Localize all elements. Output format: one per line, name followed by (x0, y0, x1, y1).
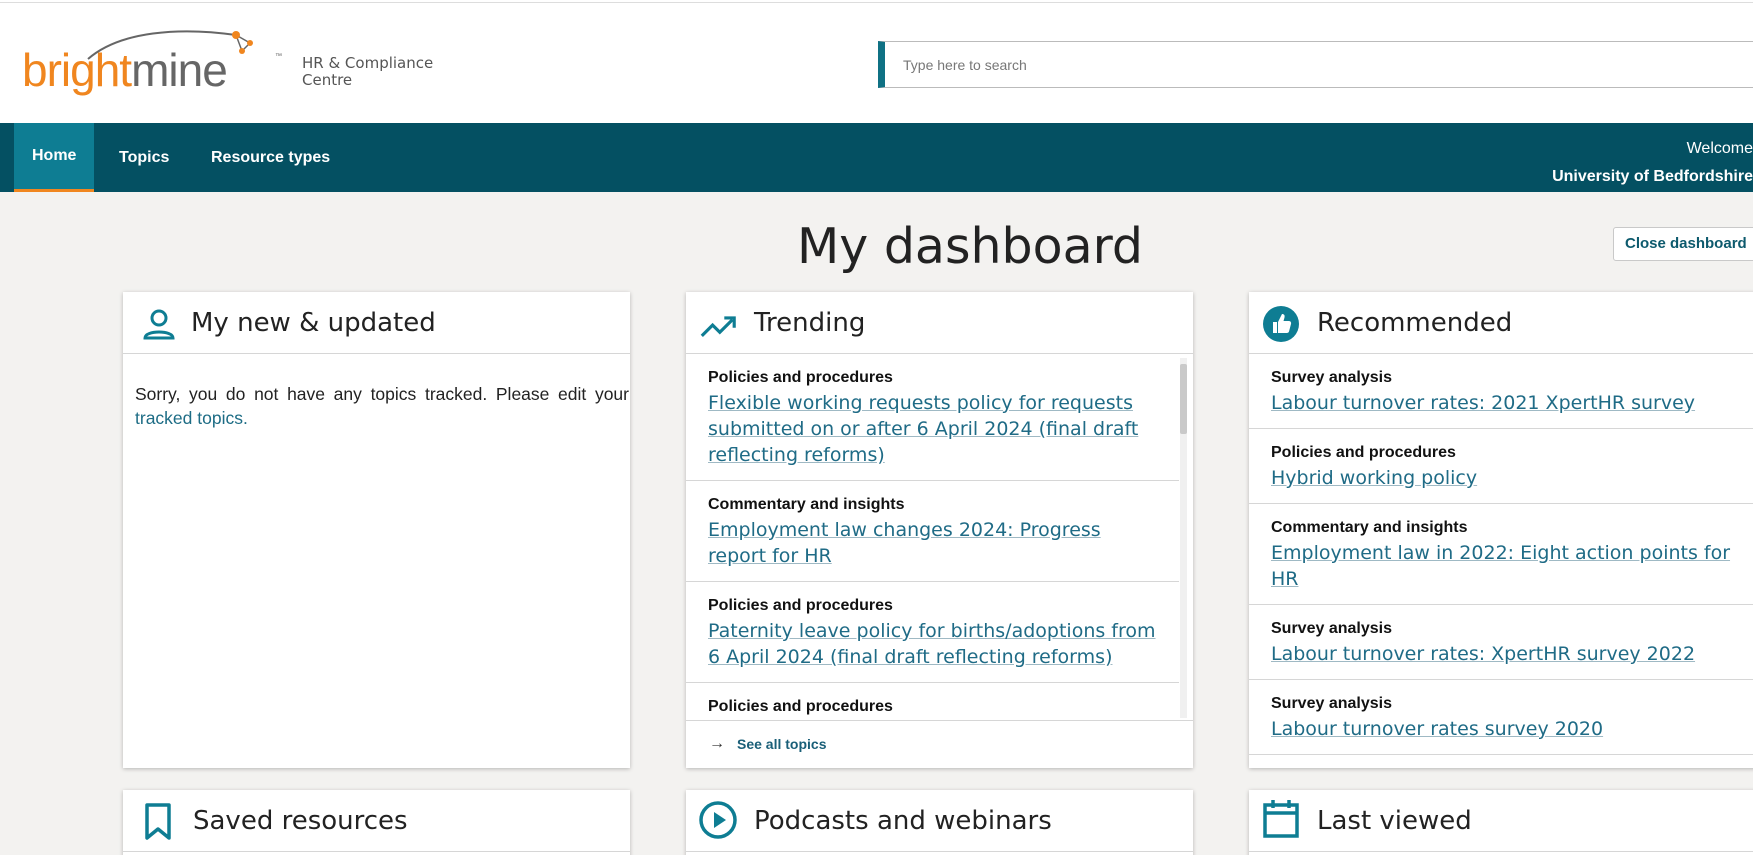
list-item: Commentary and insights Employment law i… (1249, 504, 1753, 605)
list-item: Policies and procedures Flexible working… (686, 354, 1179, 481)
card-title: Recommended (1317, 308, 1513, 338)
card-new-updated: My new & updated Sorry, you do not have … (123, 292, 630, 768)
item-category: Commentary and insights (1271, 519, 1468, 536)
logo-wordmark: brightmine (22, 44, 228, 96)
item-category: Survey analysis (1271, 369, 1392, 386)
person-icon (143, 309, 175, 340)
close-dashboard-button[interactable]: Close dashboard (1613, 227, 1753, 261)
list-item: Survey analysis Labour turnover rates: 2… (1249, 354, 1753, 429)
item-link[interactable]: Flexible working requests policy for req… (708, 390, 1157, 468)
see-all-topics[interactable]: → See all topics (686, 720, 1193, 768)
welcome-text: Welcome (1686, 140, 1753, 157)
trending-up-icon (700, 316, 736, 338)
card-title: Saved resources (193, 806, 408, 836)
card-saved-resources: Saved resources (123, 790, 630, 855)
item-link[interactable]: Employment law changes 2024: Progress re… (708, 517, 1157, 569)
item-category: Policies and procedures (708, 369, 893, 386)
item-category: Policies and procedures (708, 698, 893, 715)
main-nav: Home Topics Resource types Welcome Unive… (0, 123, 1753, 192)
search-box (878, 41, 1753, 88)
logo-trademark: ™ (275, 53, 282, 60)
welcome-block: Welcome University of Bedfordshire (1552, 135, 1753, 191)
calendar-icon (1263, 800, 1299, 838)
nav-topics[interactable]: Topics (101, 123, 187, 192)
card-title: Trending (754, 308, 866, 338)
item-category: Policies and procedures (708, 597, 893, 614)
logo-mine: mine (131, 44, 228, 96)
arrow-right-icon: → (709, 735, 725, 752)
item-category: Policies and procedures (1271, 444, 1456, 461)
item-category: Survey analysis (1271, 620, 1392, 637)
trending-scrollbar[interactable] (1180, 358, 1187, 718)
list-item: Survey analysis Labour turnover rates: X… (1249, 605, 1753, 680)
list-item: Policies and procedures Hybrid working p… (1249, 429, 1753, 504)
brightmine-logo[interactable]: brightmine ™ (20, 23, 282, 103)
organisation-name[interactable]: University of Bedfordshire (1552, 163, 1753, 191)
list-item: Policies and procedures (686, 683, 1179, 720)
item-link[interactable]: Paternity leave policy for births/adopti… (708, 618, 1157, 670)
card-title: Podcasts and webinars (754, 806, 1052, 836)
card-trending: Trending Policies and procedures Flexibl… (686, 292, 1193, 768)
thumbs-up-icon (1263, 306, 1299, 342)
item-link[interactable]: Labour turnover rates: 2021 XpertHR surv… (1271, 390, 1731, 416)
card-header: My new & updated (123, 292, 630, 354)
page-title: My dashboard (796, 218, 1144, 275)
message-text: Sorry, you do not have any topics tracke… (135, 384, 629, 404)
bookmark-icon (145, 803, 171, 840)
card-title: Last viewed (1317, 806, 1472, 836)
item-link[interactable]: Labour turnover rates: XpertHR survey 20… (1271, 641, 1731, 667)
card-last-viewed: Last viewed (1249, 790, 1753, 855)
scrollbar-thumb[interactable] (1180, 364, 1187, 434)
header: brightmine ™ HR & Compliance Centre (0, 3, 1753, 123)
item-link[interactable]: Labour turnover rates survey 2020 (1271, 716, 1731, 742)
logo-bright: bright (22, 44, 132, 96)
list-item: Survey analysis Labour turnover rates su… (1249, 680, 1753, 755)
nav-home[interactable]: Home (14, 123, 95, 192)
card-header: Saved resources (123, 790, 630, 852)
card-header: Trending (686, 292, 1193, 354)
card-header: Recommended (1249, 292, 1753, 354)
card-podcasts-webinars: Podcasts and webinars (686, 790, 1193, 855)
list-item: Commentary and insights Employment law c… (686, 481, 1179, 582)
no-topics-message: Sorry, you do not have any topics tracke… (135, 382, 629, 430)
card-header: Podcasts and webinars (686, 790, 1193, 852)
item-link[interactable]: Employment law in 2022: Eight action poi… (1271, 540, 1731, 592)
tracked-topics-link[interactable]: tracked topics. (135, 408, 248, 428)
recommended-list: Survey analysis Labour turnover rates: 2… (1249, 354, 1753, 762)
item-category: Survey analysis (1271, 695, 1392, 712)
card-title: My new & updated (191, 308, 436, 338)
card-header: Last viewed (1249, 790, 1753, 852)
card-recommended: Recommended Survey analysis Labour turno… (1249, 292, 1753, 768)
nav-resource-types[interactable]: Resource types (193, 123, 348, 192)
trending-list: Policies and procedures Flexible working… (686, 354, 1179, 720)
play-circle-icon (699, 801, 737, 839)
list-item: Policies and procedures Paternity leave … (686, 582, 1179, 683)
tagline: HR & Compliance Centre (302, 54, 434, 89)
item-link[interactable]: Hybrid working policy (1271, 465, 1731, 491)
search-input[interactable] (903, 42, 1703, 87)
item-category: Commentary and insights (708, 496, 905, 513)
see-all-topics-link[interactable]: See all topics (737, 736, 826, 752)
